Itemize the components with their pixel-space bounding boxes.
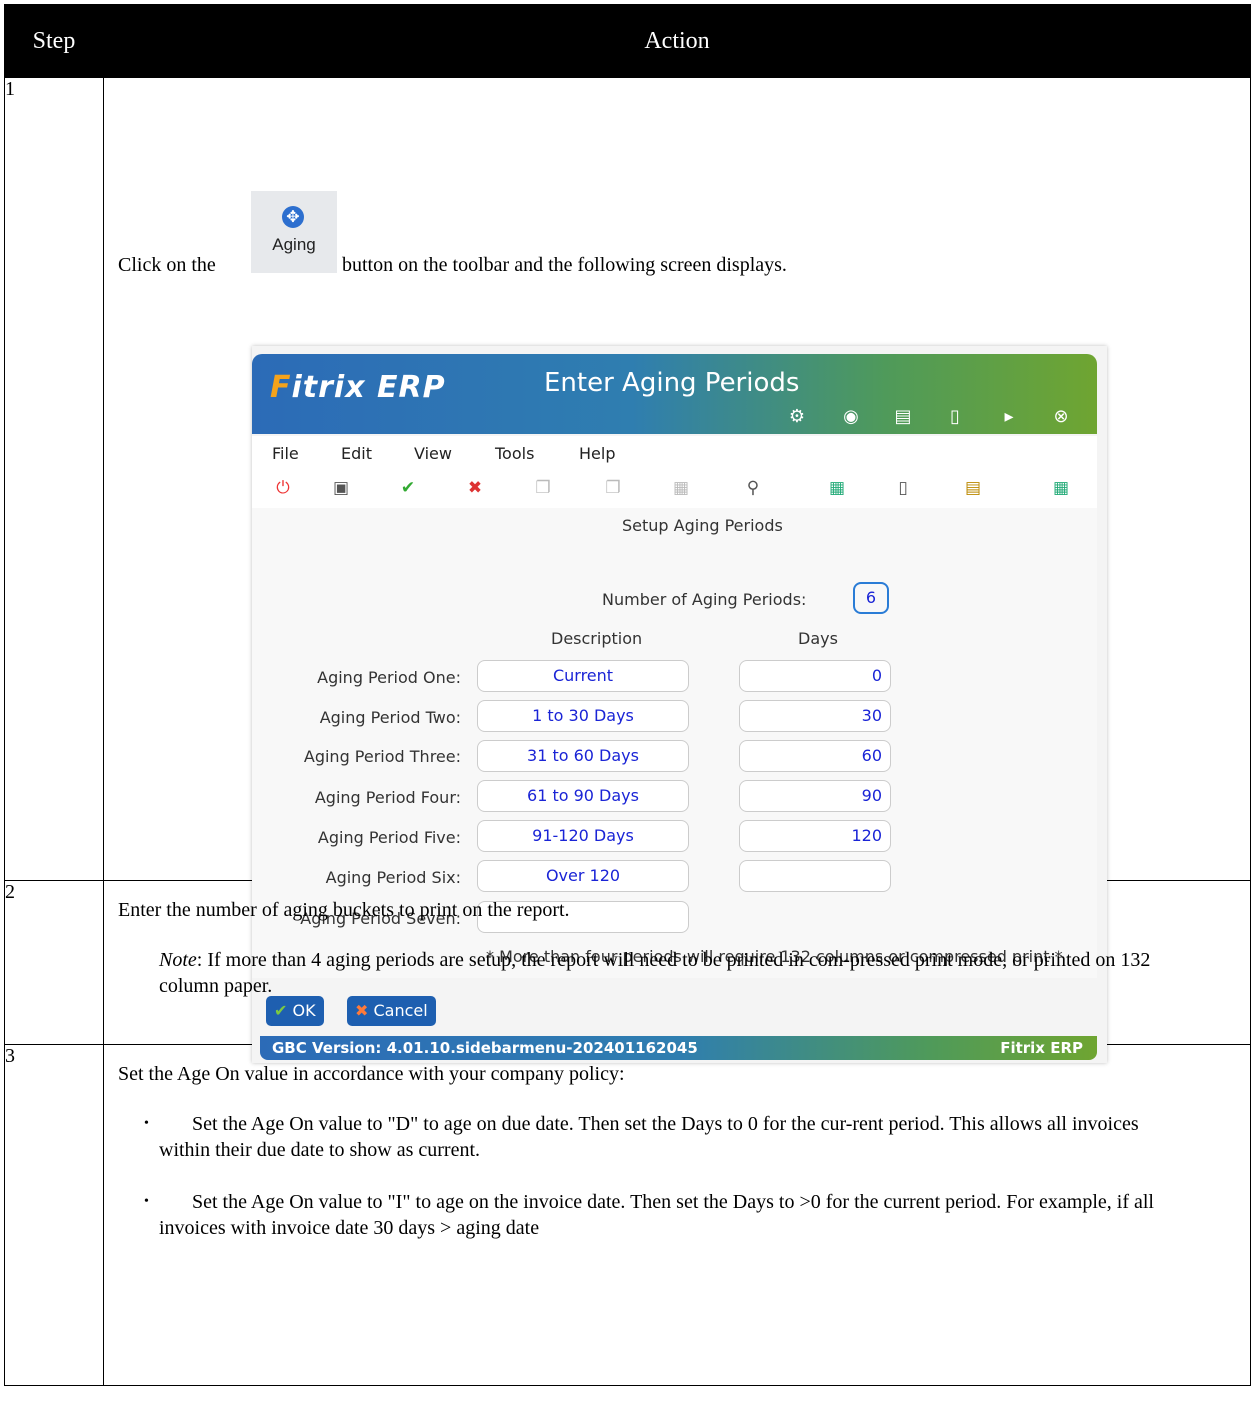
calendar-check-icon[interactable]: ▦ (1050, 478, 1072, 498)
period-days-field[interactable]: 120 (739, 820, 891, 852)
step-number: 1 (4, 77, 104, 881)
bullet-text: Set the Age On value to "D" to age on du… (159, 1113, 1139, 1161)
note-paragraph: Note: If more than 4 aging periods are s… (159, 947, 1199, 999)
new-page-icon[interactable]: ▯ (945, 406, 965, 427)
grid-icon[interactable]: ▦ (670, 478, 692, 498)
menu-edit[interactable]: Edit (341, 444, 372, 463)
window-title: Enter Aging Periods (544, 368, 800, 398)
paste-icon[interactable]: ❐ (602, 478, 624, 498)
step-column-header: Step (4, 4, 104, 78)
fitrix-logo: Fitrix ERP (270, 370, 446, 405)
bullet-text: Set the Age On value to "I" to age on th… (159, 1191, 1154, 1239)
step-number: 2 (4, 880, 104, 1045)
settings-gear-icon[interactable]: ⚙ (787, 406, 807, 427)
table-row: 2 Enter the number of aging buckets to p… (4, 880, 1251, 1045)
menu-help[interactable]: Help (579, 444, 615, 463)
window-header: Fitrix ERP Enter Aging Periods ⚙ ◉ ▤ ▯ ▸… (252, 354, 1097, 434)
days-column-label: Days (798, 629, 838, 648)
period-label: Aging Period Three: (303, 747, 461, 766)
bullet-icon: • (144, 1116, 149, 1131)
number-of-periods-input[interactable]: 6 (853, 582, 889, 614)
cancel-x-icon[interactable]: ✖ (464, 478, 486, 498)
period-description-field[interactable]: 91-120 Days (477, 820, 689, 852)
instruction-text-pre: Click on the (118, 254, 216, 276)
table-row: 1 Click on the ✥ Aging button on the too… (4, 77, 1251, 1063)
step-number: 3 (4, 1044, 104, 1386)
period-days-field[interactable]: 60 (739, 740, 891, 772)
form-title: Setup Aging Periods (622, 516, 783, 535)
move-arrows-icon: ✥ (282, 206, 304, 228)
number-of-periods-label: Number of Aging Periods: (602, 590, 807, 609)
play-icon[interactable]: ▸ (999, 406, 1019, 427)
close-icon[interactable]: ⊗ (1051, 406, 1071, 427)
period-description-field[interactable]: 61 to 90 Days (477, 780, 689, 812)
document-user-icon[interactable]: ▤ (962, 478, 984, 498)
period-label: Aging Period Four: (314, 788, 461, 807)
clip-document-icon[interactable]: ▯ (892, 478, 914, 498)
procedure-table: Step Action 1 Click on the ✥ Aging butto… (4, 4, 1251, 1386)
accept-check-icon[interactable]: ✔ (397, 478, 419, 498)
copy-windows-icon[interactable]: ▣ (330, 478, 352, 498)
instruction-text-post: button on the toolbar and the following … (342, 254, 787, 276)
menu-bar: File Edit View Tools Help (252, 436, 1097, 468)
period-label: Aging Period One: (317, 668, 461, 687)
period-description-field[interactable]: 31 to 60 Days (477, 740, 689, 772)
period-days-field[interactable]: 90 (739, 780, 891, 812)
menu-tools[interactable]: Tools (495, 444, 534, 463)
document-icon[interactable]: ▤ (893, 406, 913, 427)
description-column-label: Description (551, 629, 643, 648)
menu-view[interactable]: View (414, 444, 452, 463)
zoom-icon[interactable]: ⚲ (742, 478, 764, 498)
target-icon[interactable]: ◉ (841, 406, 861, 427)
period-description-field[interactable]: 1 to 30 Days (477, 700, 689, 732)
aging-toolbar-button: ✥ Aging (251, 191, 337, 273)
tool-bar: ⏻ ▣ ✔ ✖ ❐ ❐ ▦ ⚲ ▦ ▯ ▤ ▦ (252, 468, 1097, 508)
period-label: Aging Period Five: (317, 828, 461, 847)
action-column-header: Action (103, 4, 1251, 78)
aging-button-label: Aging (272, 235, 316, 254)
step-main-text: Set the Age On value in accordance with … (118, 1063, 625, 1085)
copy-icon[interactable]: ❐ (532, 478, 554, 498)
period-days-field[interactable]: 0 (739, 660, 891, 692)
power-icon[interactable]: ⏻ (272, 478, 294, 498)
menu-file[interactable]: File (272, 444, 299, 463)
period-label: Aging Period Two: (319, 708, 461, 727)
bullet-icon: • (144, 1194, 149, 1209)
note-label: Note (159, 949, 197, 971)
step-main-text: Enter the number of aging buckets to pri… (118, 899, 570, 921)
note-text: : If more than 4 aging periods are setup… (159, 949, 1151, 997)
period-description-field[interactable]: Current (477, 660, 689, 692)
table-row: 3 Set the Age On value in accordance wit… (4, 1044, 1251, 1386)
period-days-field[interactable]: 30 (739, 700, 891, 732)
calendar-icon[interactable]: ▦ (826, 478, 848, 498)
